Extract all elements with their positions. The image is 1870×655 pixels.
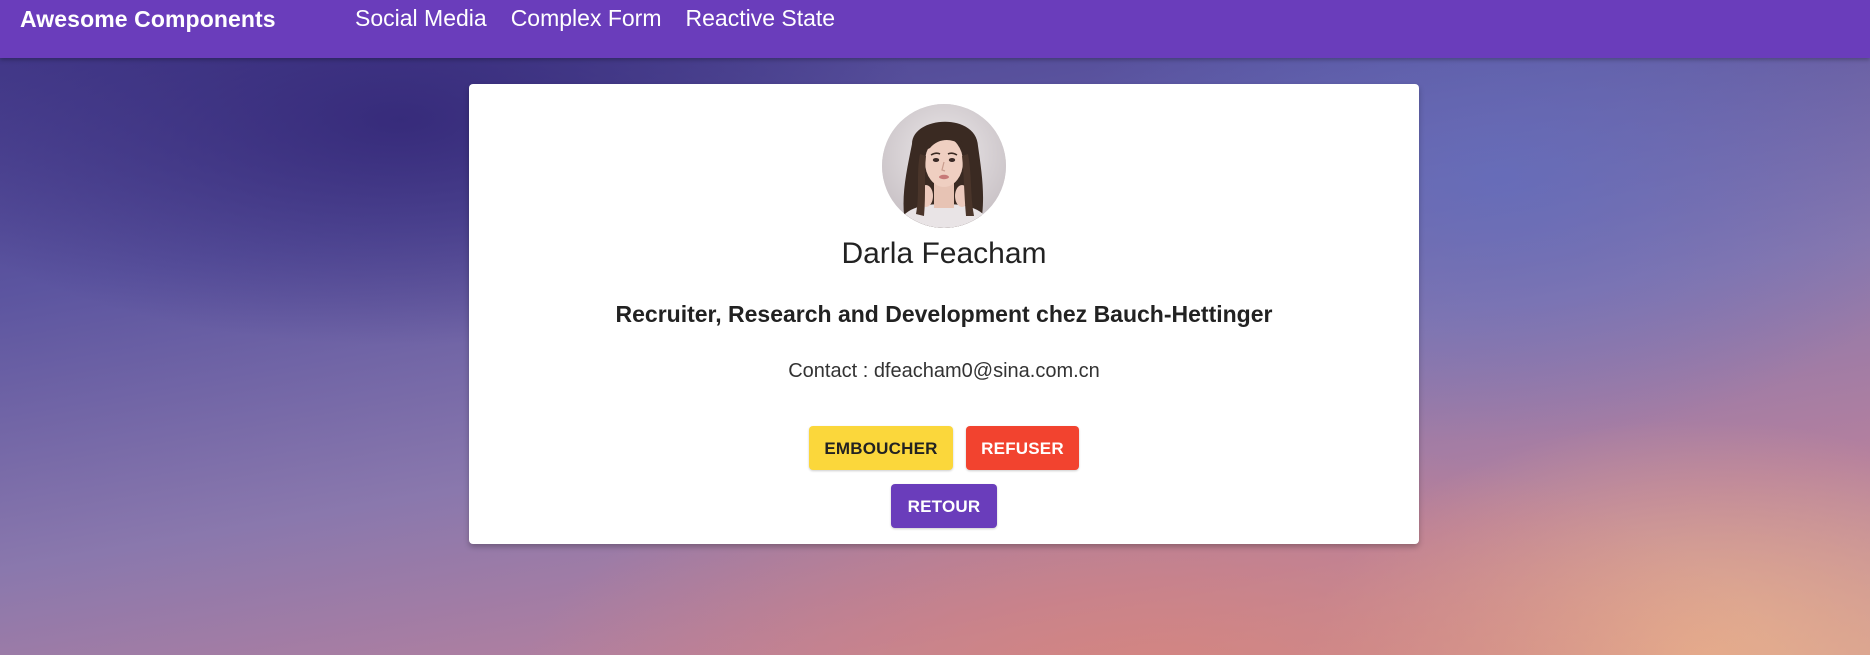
contact-email: dfeacham0@sina.com.cn (873, 360, 1100, 382)
contact-separator: : (857, 360, 874, 382)
nav-link-complex-form[interactable]: Complex Form (499, 5, 674, 32)
top-toolbar: Awesome Components Social Media Complex … (0, 0, 1870, 58)
avatar (882, 104, 1006, 228)
main-nav: Social Media Complex Form Reactive State (355, 5, 847, 32)
contact-line: Contact : dfeacham0@sina.com.cn (469, 360, 1419, 383)
app-brand[interactable]: Awesome Components (20, 6, 276, 33)
refuse-button[interactable]: REFUSER (966, 426, 1079, 470)
contact-label: Contact (788, 360, 858, 382)
back-button[interactable]: RETOUR (891, 484, 997, 528)
nav-link-reactive-state[interactable]: Reactive State (674, 5, 848, 32)
nav-link-social-media[interactable]: Social Media (355, 5, 499, 32)
candidate-card: Darla Feacham Recruiter, Research and De… (469, 84, 1419, 544)
candidate-job-title: Recruiter, Research and Development chez… (615, 301, 1273, 327)
hire-button[interactable]: EMBOUCHER (809, 426, 953, 470)
profile-photo-icon (882, 104, 1006, 228)
candidate-name: Darla Feacham (841, 237, 1047, 270)
